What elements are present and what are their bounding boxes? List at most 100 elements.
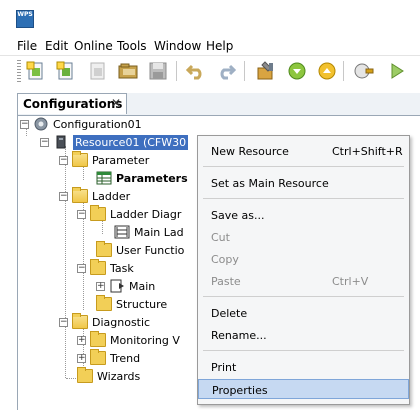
function-folder-icon [96, 241, 112, 257]
menu-item-paste[interactable]: Paste Ctrl+V [198, 271, 409, 291]
tree-node-parameters[interactable]: Parameters [96, 170, 188, 186]
device-icon [53, 135, 69, 149]
menu-item-set-main-resource[interactable]: Set as Main Resource [198, 173, 409, 193]
menu-tools[interactable]: Tools [117, 39, 147, 53]
node-label: Trend [110, 351, 141, 365]
menu-item-print[interactable]: Print [198, 357, 409, 377]
tree-node-wizards[interactable]: Wizards [77, 367, 141, 384]
node-label: Wizards [97, 369, 141, 383]
new-project-icon[interactable] [24, 59, 48, 83]
ladder-diagram-icon [114, 225, 130, 239]
expand-icon[interactable]: + [96, 281, 105, 291]
tree-node-ladder-diagram[interactable]: − Ladder Diagr [77, 205, 182, 222]
tree-node-parameter-folder[interactable]: − Parameter [59, 151, 150, 168]
node-label: Diagnostic [92, 315, 151, 329]
menu-online[interactable]: Online [74, 39, 113, 53]
menu-separator [203, 166, 404, 167]
menu-separator [203, 350, 404, 351]
node-label: Resource01 (CFW30 [73, 134, 189, 150]
panel-tabstrip: Configurations ✕ [18, 93, 420, 116]
node-label: Monitoring V [110, 333, 180, 347]
menu-item-new-resource[interactable]: New Resource Ctrl+Shift+R [198, 141, 409, 161]
node-label: Main Lad [134, 225, 184, 239]
tree-node-diagnostic-folder[interactable]: − Diagnostic [59, 313, 151, 330]
tab-configurations[interactable]: Configurations ✕ [18, 93, 127, 114]
structure-folder-icon [96, 295, 112, 311]
node-label: Configuration01 [53, 117, 142, 131]
build-icon[interactable] [254, 59, 278, 83]
node-label: Main [129, 279, 156, 293]
menu-separator [203, 198, 404, 199]
tree-node-resource[interactable]: − Resource01 (CFW30 [40, 134, 189, 150]
tree-node-main[interactable]: + Main [96, 278, 155, 294]
app-logo-icon: WPS [16, 10, 34, 28]
close-icon[interactable]: ✕ [111, 96, 121, 110]
collapse-icon[interactable]: − [20, 119, 29, 129]
tree-line [65, 146, 66, 378]
menu-item-copy[interactable]: Copy [198, 249, 409, 269]
collapse-icon[interactable]: − [40, 137, 49, 147]
tree-node-user-functions[interactable]: User Functio [96, 241, 185, 258]
menu-separator [203, 296, 404, 297]
expand-icon[interactable]: + [77, 335, 86, 345]
wizard-folder-icon [77, 367, 93, 383]
tree-node-structure[interactable]: Structure [96, 295, 168, 312]
menu-item-save-as[interactable]: Save as... [198, 205, 409, 225]
menu-file[interactable]: File [17, 39, 37, 53]
menu-edit[interactable]: Edit [45, 39, 68, 53]
gear-icon [33, 117, 49, 131]
folder-open-icon [72, 313, 88, 329]
new-item-icon[interactable] [54, 59, 78, 83]
new-disabled-icon [86, 59, 110, 83]
menu-item-cut[interactable]: Cut [198, 227, 409, 247]
menu-bar: File Edit Online Tools Window Help [0, 37, 420, 55]
monitoring-folder-icon [90, 331, 106, 347]
save-icon[interactable] [146, 59, 170, 83]
context-menu: New Resource Ctrl+Shift+R Set as Main Re… [197, 135, 410, 405]
collapse-icon[interactable]: − [59, 191, 68, 201]
node-label: Parameter [92, 153, 150, 167]
toolbar [0, 55, 420, 88]
collapse-icon[interactable]: − [77, 209, 86, 219]
upload-icon[interactable] [315, 59, 339, 83]
folder-open-icon [72, 187, 88, 203]
parameters-table-icon [96, 171, 112, 185]
menu-item-properties[interactable]: Properties [198, 379, 409, 399]
online-icon[interactable] [352, 59, 376, 83]
run-icon[interactable] [385, 59, 409, 83]
title-bar: WPS [0, 0, 420, 36]
collapse-icon[interactable]: − [59, 155, 68, 165]
task-icon [109, 279, 125, 293]
node-label: Ladder [92, 189, 131, 203]
menu-item-rename[interactable]: Rename... [198, 325, 409, 345]
download-icon[interactable] [285, 59, 309, 83]
tree-node-main-ladder[interactable]: Main Lad [114, 224, 184, 240]
undo-icon[interactable] [184, 59, 208, 83]
folder-open-icon [72, 151, 88, 167]
redo-icon[interactable] [214, 59, 238, 83]
tree-node-configuration[interactable]: − Configuration01 [20, 116, 142, 132]
open-folder-icon[interactable] [116, 59, 140, 83]
toolbar-separator [244, 61, 245, 81]
collapse-icon[interactable]: − [77, 263, 86, 273]
expand-icon[interactable]: + [77, 353, 86, 363]
toolbar-grip[interactable] [17, 60, 21, 82]
menu-window[interactable]: Window [154, 39, 201, 53]
node-label: Task [110, 261, 134, 275]
ladder-folder-icon [90, 205, 106, 221]
menu-item-delete[interactable]: Delete [198, 303, 409, 323]
trend-folder-icon [90, 349, 106, 365]
menu-help[interactable]: Help [206, 39, 233, 53]
node-label: Structure [116, 297, 168, 311]
node-label: Parameters [116, 171, 188, 185]
tab-label: Configurations [23, 97, 123, 111]
tree-node-monitoring[interactable]: + Monitoring V [77, 331, 180, 348]
tree-node-ladder-folder[interactable]: − Ladder [59, 187, 131, 204]
toolbar-separator [176, 61, 177, 81]
tree-node-task[interactable]: − Task [77, 259, 134, 276]
task-folder-icon [90, 259, 106, 275]
collapse-icon[interactable]: − [59, 317, 68, 327]
node-label: Ladder Diagr [110, 207, 182, 221]
node-label: User Functio [116, 243, 185, 257]
tree-node-trend[interactable]: + Trend [77, 349, 141, 366]
